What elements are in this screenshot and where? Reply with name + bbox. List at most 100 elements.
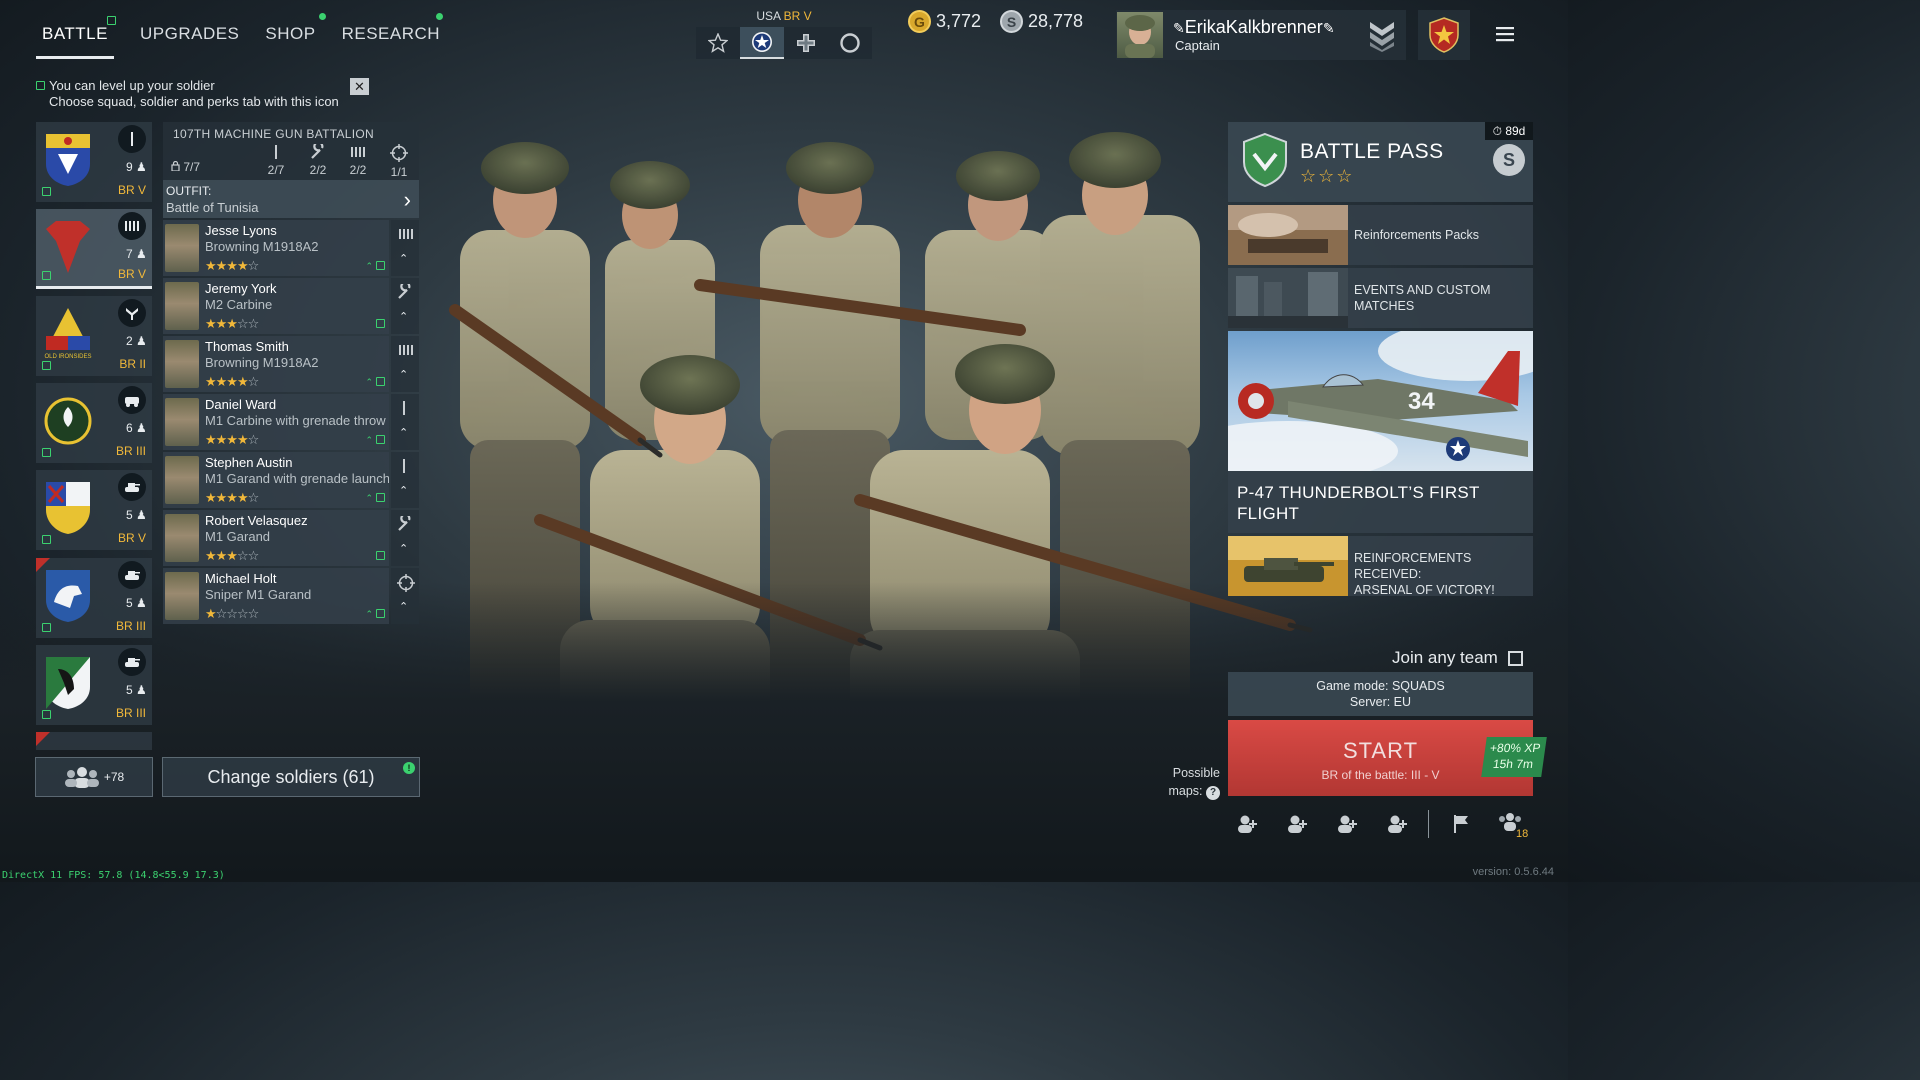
- nation-japan-button[interactable]: [828, 27, 872, 59]
- squad-card-5[interactable]: 5 ♟ BR V: [36, 470, 152, 550]
- soldier-class[interactable]: ⌃: [391, 278, 419, 334]
- tab-upgrades[interactable]: UPGRADES: [140, 24, 239, 59]
- rank-shield-button[interactable]: [1418, 10, 1470, 60]
- stat-engineers: 2/2: [303, 141, 333, 177]
- machine-gun-icon: [118, 212, 146, 240]
- cross-icon: [797, 34, 815, 52]
- wrench-icon: [398, 516, 411, 531]
- soldier-row[interactable]: Robert Velasquez M1 Garand ★★★☆☆ ⌃: [163, 510, 419, 566]
- squad-card-1[interactable]: 9 ♟ BR V: [36, 122, 152, 202]
- battle-pass-timer: ⏱ 89d: [1485, 122, 1533, 140]
- online-players-button[interactable]: 18: [1498, 812, 1528, 840]
- squad-card-4[interactable]: 6 ♟ BR III: [36, 383, 152, 463]
- nation-label: USA BR V: [696, 9, 872, 23]
- gold-amount: 3,772: [936, 11, 982, 31]
- join-any-team-label: Join any team: [1392, 648, 1498, 667]
- main-menu-button[interactable]: [1496, 26, 1514, 47]
- squad-emblem-icon: [46, 482, 90, 534]
- gold-coin-icon: G: [908, 10, 931, 33]
- soldier-portrait: [165, 340, 199, 388]
- soldier-weapon: M2 Carbine: [205, 297, 273, 312]
- xp-bonus-badge: +80% XP 15h 7m: [1481, 737, 1547, 777]
- hint-close-button[interactable]: ✕: [350, 78, 369, 95]
- squad-card-7[interactable]: 5 ♟ BR III: [36, 645, 152, 725]
- nation-selector: USA BR V: [696, 9, 872, 59]
- soldier-portrait: [165, 282, 199, 330]
- tab-battle-label: BATTLE: [42, 24, 108, 43]
- invite-friend-button[interactable]: [1336, 814, 1358, 839]
- feature-title: P-47 THUNDERBOLT’S FIRST FLIGHT: [1237, 483, 1480, 523]
- squad-br: BR III: [115, 706, 146, 720]
- flag-button[interactable]: [1452, 814, 1470, 839]
- soldier-stars: ★★★★☆: [205, 374, 259, 389]
- player-profile[interactable]: ✎ErikaKalkbrenner✎ Captain: [1116, 10, 1406, 60]
- reserve-button[interactable]: +78: [35, 757, 153, 797]
- game-mode-selector[interactable]: Game mode: SQUADS Server: EU: [1228, 672, 1533, 716]
- soldier-name: Michael Holt: [205, 571, 277, 586]
- squad-br: BR V: [117, 531, 146, 545]
- hint-line-2: Choose squad, soldier and perks tab with…: [49, 94, 339, 109]
- gold-currency[interactable]: G 3,772: [908, 10, 981, 33]
- level-up-arrow-icon: ⌃: [365, 492, 385, 504]
- soldier-row[interactable]: Daniel Ward M1 Carbine with grenade thro…: [163, 394, 419, 450]
- hamburger-menu-icon: [1496, 27, 1514, 42]
- squad-card-6[interactable]: 5 ♟ BR III: [36, 558, 152, 638]
- version-label: version: 0.5.6.44: [1472, 866, 1554, 878]
- rank-chevron-icon: [1368, 18, 1396, 57]
- maps-label: maps: ?: [1160, 782, 1220, 800]
- squad-card-8-partial[interactable]: [36, 732, 152, 750]
- invite-friend-button[interactable]: [1236, 814, 1258, 839]
- chevron-right-icon: ›: [403, 187, 411, 212]
- nation-br: BR V: [783, 9, 812, 23]
- player-name: ✎ErikaKalkbrenner✎: [1173, 17, 1335, 37]
- soldier-class[interactable]: ⌃: [391, 568, 419, 624]
- soldier-row[interactable]: Stephen Austin M1 Garand with grenade la…: [163, 452, 419, 508]
- star-outline-icon: [708, 33, 728, 53]
- tab-battle[interactable]: BATTLE: [36, 16, 116, 59]
- soldier-row[interactable]: Michael Holt Sniper M1 Garand ★☆☆☆☆ ⌃ ⌃: [163, 568, 419, 624]
- soldier-class[interactable]: ⌃: [391, 220, 419, 276]
- arsenal-of-victory-card[interactable]: REINFORCEMENTS RECEIVED: ARSENAL OF VICTO…: [1228, 536, 1533, 597]
- nation-germany-button[interactable]: [784, 27, 828, 59]
- soldier-stars: ★☆☆☆☆: [205, 606, 259, 621]
- join-any-team-checkbox[interactable]: [1507, 650, 1523, 666]
- squad-count: 5 ♟: [126, 508, 147, 522]
- join-any-team[interactable]: Join any team: [1392, 648, 1523, 668]
- battle-pass-card[interactable]: ⏱ 89d BATTLE PASS ☆☆☆ S: [1228, 122, 1533, 202]
- soldier-class[interactable]: ⌃: [391, 336, 419, 392]
- squad-count: 5 ♟: [126, 596, 147, 610]
- silver-currency[interactable]: S 28,778: [1000, 10, 1083, 33]
- level-up-arrow-icon: ⌃: [365, 376, 385, 388]
- us-roundel-icon: [752, 32, 772, 52]
- nation-usa-button[interactable]: [740, 27, 784, 59]
- fps-counter: DirectX 11 FPS: 57.8 (14.8<55.9 17.3): [2, 870, 225, 881]
- level-up-badge-icon: [42, 361, 51, 370]
- soldier-class[interactable]: ⌃: [391, 510, 419, 566]
- events-card[interactable]: EVENTS AND CUSTOM MATCHES: [1228, 268, 1533, 328]
- tab-shop[interactable]: SHOP: [265, 13, 326, 59]
- squad-slots: 7/7: [171, 160, 200, 174]
- invite-friend-button[interactable]: [1286, 814, 1308, 839]
- reinforcements-packs-card[interactable]: Reinforcements Packs: [1228, 205, 1533, 265]
- soldier-class[interactable]: ⌃: [391, 394, 419, 450]
- right-panel: ⏱ 89d BATTLE PASS ☆☆☆ S Reinforcements P…: [1228, 122, 1533, 597]
- nation-filter-star-button[interactable]: [696, 27, 740, 59]
- invite-friend-button[interactable]: [1386, 814, 1408, 839]
- tab-research[interactable]: RESEARCH: [342, 13, 444, 59]
- soldier-class[interactable]: ⌃: [391, 452, 419, 508]
- p47-feature-card[interactable]: 34 P-47 THUNDERBOLT’S FIRST FLIGHT: [1228, 331, 1533, 533]
- squad-card-3[interactable]: OLD IRONSIDES 2 ♟ BR II: [36, 296, 152, 376]
- soldier-row[interactable]: Jeremy York M2 Carbine ★★★☆☆ ⌃: [163, 278, 419, 334]
- squad-emblem-icon: [46, 570, 90, 622]
- soldier-row[interactable]: Thomas Smith Browning M1918A2 ★★★★☆ ⌃ ⌃: [163, 336, 419, 392]
- soldier-name: Stephen Austin: [205, 455, 293, 470]
- change-soldiers-button[interactable]: Change soldiers (61) !: [162, 757, 420, 797]
- soldier-row[interactable]: Jesse Lyons Browning M1918A2 ★★★★☆ ⌃ ⌃: [163, 220, 419, 276]
- soldier-weapon: M1 Carbine with grenade throw: [205, 413, 386, 428]
- squad-emblem-icon: OLD IRONSIDES: [44, 308, 92, 360]
- possible-maps[interactable]: Possible maps: ?: [1160, 764, 1220, 800]
- squad-card-2[interactable]: 7 ♟ BR V: [36, 209, 152, 289]
- outfit-selector[interactable]: OUTFIT: Battle of Tunisia ›: [163, 180, 419, 218]
- rank-chevron-icon: ⌃: [399, 427, 409, 439]
- tank-icon: [118, 561, 146, 589]
